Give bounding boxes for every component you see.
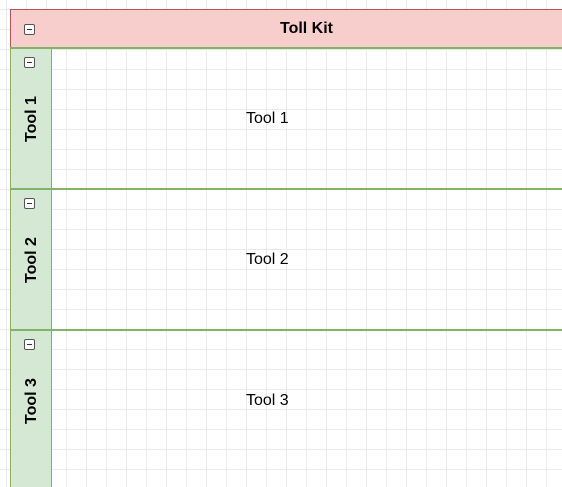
collapse-icon[interactable] xyxy=(24,24,35,35)
collapse-icon[interactable] xyxy=(24,198,35,209)
lane-content-label[interactable]: Tool 1 xyxy=(246,110,289,128)
lane-label: Tool 1 xyxy=(23,96,40,142)
lane-header[interactable]: Tool 3 xyxy=(10,331,52,487)
swimlane-pool[interactable]: Toll Kit Tool 1 Tool 1 Tool 2 Tool 2 Too… xyxy=(10,9,562,487)
lane-tool-1[interactable]: Tool 1 Tool 1 xyxy=(10,49,562,190)
lane-tool-2[interactable]: Tool 2 Tool 2 xyxy=(10,190,562,331)
lane-content-label[interactable]: Tool 3 xyxy=(246,392,289,410)
lane-content-label[interactable]: Tool 2 xyxy=(246,251,289,269)
pool-header[interactable]: Toll Kit xyxy=(10,9,562,47)
collapse-icon[interactable] xyxy=(24,57,35,68)
lane-header[interactable]: Tool 1 xyxy=(10,49,52,190)
collapse-icon[interactable] xyxy=(24,339,35,350)
lane-header[interactable]: Tool 2 xyxy=(10,190,52,331)
pool-title: Toll Kit xyxy=(279,20,334,37)
lane-tool-3[interactable]: Tool 3 Tool 3 xyxy=(10,331,562,487)
lane-label: Tool 2 xyxy=(23,237,40,283)
lane-label: Tool 3 xyxy=(23,378,40,424)
